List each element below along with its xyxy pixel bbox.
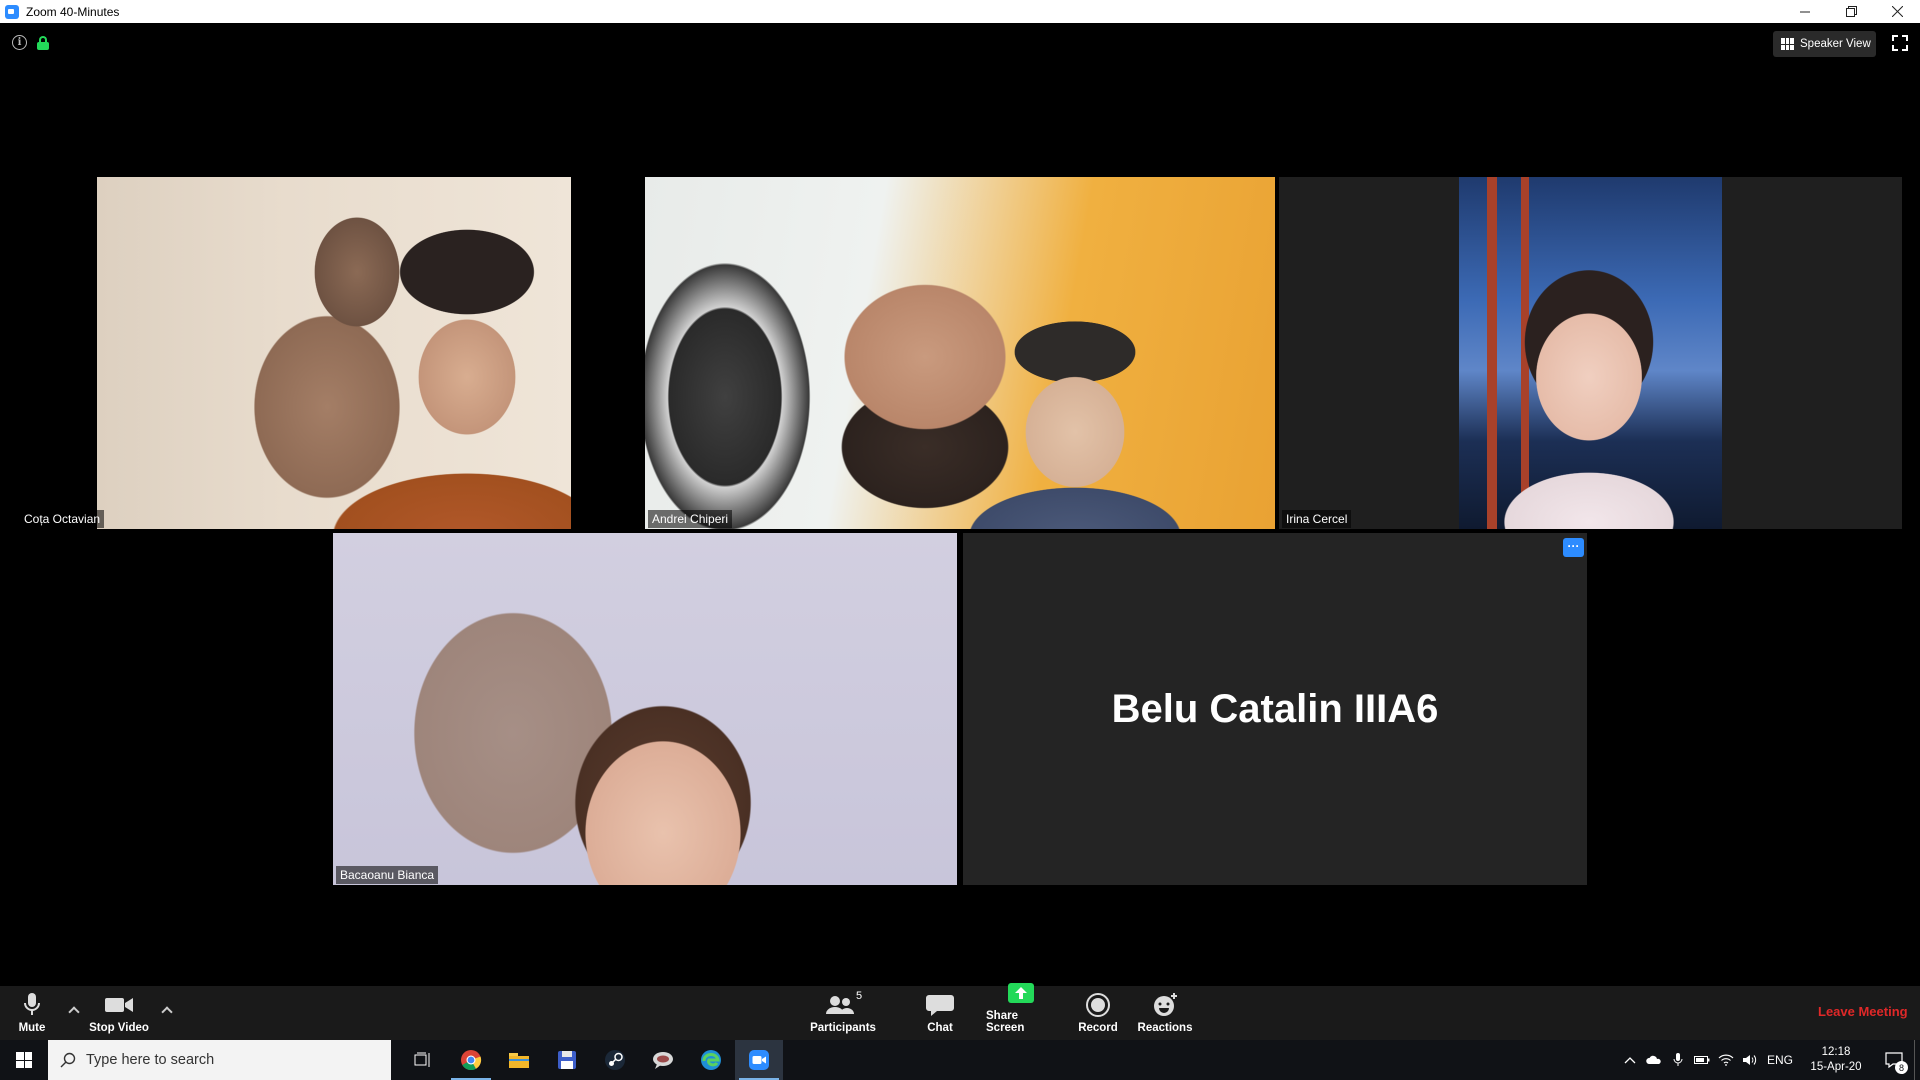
- participant-video: [645, 177, 1275, 529]
- mute-label: Mute: [18, 1022, 46, 1034]
- minimize-button[interactable]: [1782, 0, 1828, 23]
- meeting-top-icons: i: [12, 35, 49, 50]
- share-screen-icon: [1005, 980, 1037, 1006]
- video-tile[interactable]: Bacaoanu Bianca: [333, 533, 957, 885]
- participant-name: Irina Cercel: [1282, 510, 1352, 528]
- language-indicator[interactable]: ENG: [1762, 1040, 1798, 1080]
- volume-icon[interactable]: [1738, 1040, 1762, 1080]
- more-options-button[interactable]: ···: [1563, 538, 1584, 557]
- action-center-button[interactable]: 8: [1874, 1040, 1914, 1080]
- task-view-button[interactable]: [399, 1040, 447, 1080]
- tray-chevron-up-icon[interactable]: [1618, 1040, 1642, 1080]
- participants-button[interactable]: 5 Participants: [810, 986, 876, 1040]
- file-explorer-icon: [509, 1053, 529, 1068]
- steam-icon: [605, 1050, 625, 1070]
- taskbar-apps: [399, 1040, 783, 1080]
- windows-logo-icon: [16, 1052, 32, 1068]
- record-label: Record: [1078, 1022, 1118, 1034]
- clock-time: 12:18: [1821, 1046, 1851, 1058]
- taskbar-steam[interactable]: [591, 1040, 639, 1080]
- notification-count: 8: [1895, 1061, 1908, 1074]
- system-tray: ENG 12:18 15-Apr-20 8: [1618, 1040, 1920, 1080]
- stop-video-button[interactable]: Stop Video: [88, 986, 150, 1040]
- fullscreen-icon[interactable]: [1892, 35, 1908, 51]
- window-titlebar: Zoom 40-Minutes: [0, 0, 1920, 23]
- onedrive-cloud-icon[interactable]: [1642, 1040, 1666, 1080]
- taskbar-save-app[interactable]: [543, 1040, 591, 1080]
- taskbar-search-box[interactable]: Type here to search: [48, 1040, 391, 1080]
- restore-button[interactable]: [1828, 0, 1874, 23]
- taskbar-zoom[interactable]: [735, 1040, 783, 1080]
- leave-meeting-button[interactable]: Leave Meeting: [1818, 1004, 1908, 1019]
- taskbar-chrome[interactable]: [447, 1040, 495, 1080]
- video-camera-icon: [103, 992, 135, 1018]
- speaker-view-button[interactable]: Speaker View: [1773, 31, 1876, 57]
- stop-video-label: Stop Video: [89, 1022, 149, 1034]
- taskbar-file-explorer[interactable]: [495, 1040, 543, 1080]
- reactions-smiley-icon: [1149, 992, 1181, 1018]
- video-tile-active-speaker[interactable]: Andrei Chiperi: [645, 177, 1275, 529]
- microphone-tray-icon[interactable]: [1666, 1040, 1690, 1080]
- video-tile[interactable]: Irina Cercel: [1279, 177, 1902, 529]
- meeting-area: i Speaker View Coța Octavian Andrei Chip…: [0, 23, 1920, 986]
- battery-icon[interactable]: [1690, 1040, 1714, 1080]
- participant-video: [333, 533, 957, 885]
- participant-name: Andrei Chiperi: [648, 510, 733, 528]
- record-button[interactable]: Record: [1078, 986, 1118, 1040]
- reactions-button[interactable]: Reactions: [1137, 986, 1193, 1040]
- meeting-toolbar: Mute Stop Video 5 Participants Chat Shar…: [0, 983, 1920, 1040]
- taskbar-chat-app[interactable]: [639, 1040, 687, 1080]
- participant-name-card: Belu Catalin IIIA6: [1111, 686, 1439, 731]
- share-screen-button[interactable]: Share Screen: [986, 983, 1056, 1040]
- record-icon: [1082, 992, 1114, 1018]
- wifi-icon[interactable]: [1714, 1040, 1738, 1080]
- share-screen-label: Share Screen: [986, 1010, 1025, 1034]
- audio-options-caret-icon[interactable]: [68, 1004, 80, 1016]
- window-controls: [1782, 0, 1920, 23]
- info-icon[interactable]: i: [12, 35, 27, 50]
- chat-app-icon: [653, 1052, 673, 1069]
- clock-date: 15-Apr-20: [1810, 1061, 1862, 1073]
- chat-button[interactable]: Chat: [920, 986, 960, 1040]
- edge-icon: [701, 1050, 721, 1070]
- chat-label: Chat: [927, 1022, 953, 1034]
- video-options-caret-icon[interactable]: [161, 1004, 173, 1016]
- start-button[interactable]: [0, 1040, 48, 1080]
- speaker-view-label: Speaker View: [1800, 38, 1871, 50]
- participants-label: Participants: [810, 1022, 876, 1034]
- participant-video: [1459, 177, 1722, 529]
- minimize-icon: [1800, 11, 1810, 12]
- taskbar-edge[interactable]: [687, 1040, 735, 1080]
- chrome-icon: [461, 1050, 482, 1071]
- close-button[interactable]: [1874, 0, 1920, 23]
- floppy-save-icon: [558, 1051, 576, 1069]
- video-tile-video-off[interactable]: Belu Catalin IIIA6 ···: [963, 533, 1587, 885]
- window-title: Zoom 40-Minutes: [26, 4, 120, 19]
- close-icon: [1891, 6, 1903, 17]
- grid-view-icon: [1781, 38, 1794, 50]
- participants-count: 5: [856, 990, 863, 1002]
- mute-button[interactable]: Mute: [12, 986, 52, 1040]
- windows-taskbar: Type here to search ENG 12:18 15-Apr-20 …: [0, 1040, 1920, 1080]
- participants-icon: 5: [823, 990, 863, 1018]
- participant-name: Bacaoanu Bianca: [336, 866, 439, 884]
- participant-video: [97, 177, 571, 529]
- zoom-app-icon: [5, 4, 19, 19]
- search-icon: [60, 1052, 76, 1068]
- video-tile[interactable]: Coța Octavian: [17, 177, 641, 529]
- microphone-icon: [16, 992, 48, 1018]
- encryption-lock-icon[interactable]: [37, 35, 49, 50]
- chat-icon: [924, 992, 956, 1018]
- taskbar-clock[interactable]: 12:18 15-Apr-20: [1798, 1045, 1874, 1075]
- participant-name: Coța Octavian: [20, 510, 105, 528]
- search-placeholder: Type here to search: [86, 1052, 215, 1068]
- reactions-label: Reactions: [1137, 1022, 1193, 1034]
- task-view-icon: [414, 1052, 430, 1067]
- zoom-icon: [749, 1050, 769, 1070]
- restore-icon: [1845, 6, 1857, 17]
